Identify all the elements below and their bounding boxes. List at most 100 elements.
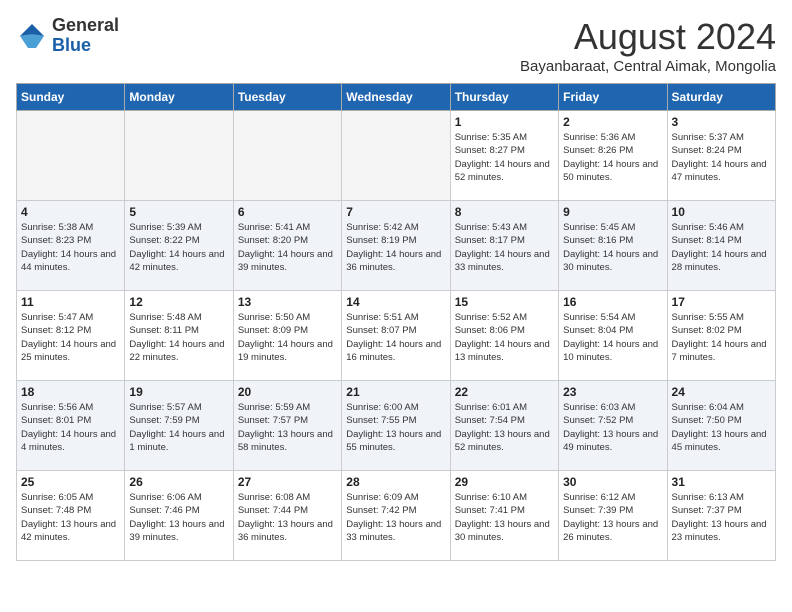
calendar-day-cell: 27 Sunrise: 6:08 AMSunset: 7:44 PMDayligh…	[233, 471, 341, 561]
day-info: Sunrise: 6:03 AMSunset: 7:52 PMDaylight:…	[563, 401, 662, 454]
day-info: Sunrise: 5:54 AMSunset: 8:04 PMDaylight:…	[563, 311, 662, 364]
day-number: 15	[455, 295, 554, 309]
calendar-day-cell: 20 Sunrise: 5:59 AMSunset: 7:57 PMDayligh…	[233, 381, 341, 471]
calendar-week-row: 11Sunrise: 5:47 AMSunset: 8:12 PMDayligh…	[17, 291, 776, 381]
day-info: Sunrise: 6:10 AMSunset: 7:41 PMDaylight:…	[455, 491, 554, 544]
day-info: Sunrise: 5:55 AMSunset: 8:02 PMDaylight:…	[672, 311, 771, 364]
page-header: General Blue August 2024 Bayanbaraat, Ce…	[16, 16, 776, 75]
day-number: 29	[455, 475, 554, 489]
calendar-week-row: 1 Sunrise: 5:35 AMSunset: 8:27 PMDaylight…	[17, 111, 776, 201]
day-header-friday: Friday	[559, 84, 667, 111]
calendar-day-cell	[125, 111, 233, 201]
day-number: 17	[672, 295, 771, 309]
day-number: 4	[21, 205, 120, 219]
day-number: 24	[672, 385, 771, 399]
day-info: Sunrise: 5:42 AMSunset: 8:19 PMDaylight:…	[346, 221, 445, 274]
calendar-day-cell	[342, 111, 450, 201]
calendar-day-cell: 9 Sunrise: 5:45 AMSunset: 8:16 PMDaylight…	[559, 201, 667, 291]
day-info: Sunrise: 5:39 AMSunset: 8:22 PMDaylight:…	[129, 221, 228, 274]
day-info: Sunrise: 5:37 AMSunset: 8:24 PMDaylight:…	[672, 131, 771, 184]
day-number: 13	[238, 295, 337, 309]
calendar-table: SundayMondayTuesdayWednesdayThursdayFrid…	[16, 83, 776, 561]
day-info: Sunrise: 5:46 AMSunset: 8:14 PMDaylight:…	[672, 221, 771, 274]
day-info: Sunrise: 6:00 AMSunset: 7:55 PMDaylight:…	[346, 401, 445, 454]
logo-text: General Blue	[52, 16, 119, 56]
calendar-day-cell: 24 Sunrise: 6:04 AMSunset: 7:50 PMDayligh…	[667, 381, 775, 471]
day-info: Sunrise: 5:35 AMSunset: 8:27 PMDaylight:…	[455, 131, 554, 184]
day-info: Sunrise: 6:04 AMSunset: 7:50 PMDaylight:…	[672, 401, 771, 454]
calendar-week-row: 25Sunrise: 6:05 AMSunset: 7:48 PMDayligh…	[17, 471, 776, 561]
title-area: August 2024 Bayanbaraat, Central Aimak, …	[520, 16, 776, 75]
calendar-day-cell: 25Sunrise: 6:05 AMSunset: 7:48 PMDayligh…	[17, 471, 125, 561]
day-info: Sunrise: 5:38 AMSunset: 8:23 PMDaylight:…	[21, 221, 120, 274]
day-info: Sunrise: 5:50 AMSunset: 8:09 PMDaylight:…	[238, 311, 337, 364]
calendar-day-cell: 30 Sunrise: 6:12 AMSunset: 7:39 PMDayligh…	[559, 471, 667, 561]
day-number: 22	[455, 385, 554, 399]
calendar-day-cell: 12Sunrise: 5:48 AMSunset: 8:11 PMDayligh…	[125, 291, 233, 381]
day-header-wednesday: Wednesday	[342, 84, 450, 111]
location-subtitle: Bayanbaraat, Central Aimak, Mongolia	[520, 58, 776, 75]
day-number: 3	[672, 115, 771, 129]
day-info: Sunrise: 6:09 AMSunset: 7:42 PMDaylight:…	[346, 491, 445, 544]
calendar-day-cell: 29 Sunrise: 6:10 AMSunset: 7:41 PMDayligh…	[450, 471, 558, 561]
day-info: Sunrise: 5:48 AMSunset: 8:11 PMDaylight:…	[129, 311, 228, 364]
day-header-monday: Monday	[125, 84, 233, 111]
calendar-day-cell: 11Sunrise: 5:47 AMSunset: 8:12 PMDayligh…	[17, 291, 125, 381]
calendar-day-cell: 14Sunrise: 5:51 AMSunset: 8:07 PMDayligh…	[342, 291, 450, 381]
calendar-day-cell: 7 Sunrise: 5:42 AMSunset: 8:19 PMDaylight…	[342, 201, 450, 291]
day-number: 19	[129, 385, 228, 399]
day-info: Sunrise: 6:06 AMSunset: 7:46 PMDaylight:…	[129, 491, 228, 544]
day-number: 27	[238, 475, 337, 489]
day-number: 1	[455, 115, 554, 129]
day-info: Sunrise: 6:05 AMSunset: 7:48 PMDaylight:…	[21, 491, 120, 544]
day-info: Sunrise: 6:01 AMSunset: 7:54 PMDaylight:…	[455, 401, 554, 454]
day-number: 11	[21, 295, 120, 309]
calendar-week-row: 4 Sunrise: 5:38 AMSunset: 8:23 PMDaylight…	[17, 201, 776, 291]
day-info: Sunrise: 5:59 AMSunset: 7:57 PMDaylight:…	[238, 401, 337, 454]
day-number: 20	[238, 385, 337, 399]
calendar-day-cell: 1 Sunrise: 5:35 AMSunset: 8:27 PMDaylight…	[450, 111, 558, 201]
day-number: 9	[563, 205, 662, 219]
calendar-day-cell: 26 Sunrise: 6:06 AMSunset: 7:46 PMDayligh…	[125, 471, 233, 561]
day-info: Sunrise: 5:45 AMSunset: 8:16 PMDaylight:…	[563, 221, 662, 274]
day-info: Sunrise: 6:08 AMSunset: 7:44 PMDaylight:…	[238, 491, 337, 544]
day-header-tuesday: Tuesday	[233, 84, 341, 111]
calendar-day-cell: 31 Sunrise: 6:13 AMSunset: 7:37 PMDayligh…	[667, 471, 775, 561]
calendar-day-cell	[17, 111, 125, 201]
calendar-day-cell: 4 Sunrise: 5:38 AMSunset: 8:23 PMDaylight…	[17, 201, 125, 291]
day-info: Sunrise: 6:12 AMSunset: 7:39 PMDaylight:…	[563, 491, 662, 544]
day-header-sunday: Sunday	[17, 84, 125, 111]
day-number: 30	[563, 475, 662, 489]
day-number: 7	[346, 205, 445, 219]
day-number: 8	[455, 205, 554, 219]
calendar-day-cell: 17 Sunrise: 5:55 AMSunset: 8:02 PMDayligh…	[667, 291, 775, 381]
day-number: 16	[563, 295, 662, 309]
day-number: 14	[346, 295, 445, 309]
day-info: Sunrise: 5:36 AMSunset: 8:26 PMDaylight:…	[563, 131, 662, 184]
month-title: August 2024	[520, 16, 776, 58]
calendar-day-cell: 15 Sunrise: 5:52 AMSunset: 8:06 PMDayligh…	[450, 291, 558, 381]
calendar-day-cell: 21Sunrise: 6:00 AMSunset: 7:55 PMDayligh…	[342, 381, 450, 471]
day-info: Sunrise: 5:56 AMSunset: 8:01 PMDaylight:…	[21, 401, 120, 454]
day-info: Sunrise: 5:52 AMSunset: 8:06 PMDaylight:…	[455, 311, 554, 364]
day-number: 28	[346, 475, 445, 489]
calendar-day-cell: 22 Sunrise: 6:01 AMSunset: 7:54 PMDayligh…	[450, 381, 558, 471]
calendar-day-cell: 19 Sunrise: 5:57 AMSunset: 7:59 PMDayligh…	[125, 381, 233, 471]
day-number: 31	[672, 475, 771, 489]
day-number: 6	[238, 205, 337, 219]
calendar-day-cell: 13 Sunrise: 5:50 AMSunset: 8:09 PMDayligh…	[233, 291, 341, 381]
calendar-day-cell: 6 Sunrise: 5:41 AMSunset: 8:20 PMDaylight…	[233, 201, 341, 291]
calendar-day-cell	[233, 111, 341, 201]
day-number: 23	[563, 385, 662, 399]
calendar-day-cell: 28 Sunrise: 6:09 AMSunset: 7:42 PMDayligh…	[342, 471, 450, 561]
day-header-thursday: Thursday	[450, 84, 558, 111]
day-info: Sunrise: 5:57 AMSunset: 7:59 PMDaylight:…	[129, 401, 228, 454]
day-info: Sunrise: 5:43 AMSunset: 8:17 PMDaylight:…	[455, 221, 554, 274]
day-info: Sunrise: 5:41 AMSunset: 8:20 PMDaylight:…	[238, 221, 337, 274]
calendar-week-row: 18 Sunrise: 5:56 AMSunset: 8:01 PMDayligh…	[17, 381, 776, 471]
day-info: Sunrise: 6:13 AMSunset: 7:37 PMDaylight:…	[672, 491, 771, 544]
day-number: 26	[129, 475, 228, 489]
day-header-saturday: Saturday	[667, 84, 775, 111]
day-number: 18	[21, 385, 120, 399]
calendar-day-cell: 2Sunrise: 5:36 AMSunset: 8:26 PMDaylight…	[559, 111, 667, 201]
